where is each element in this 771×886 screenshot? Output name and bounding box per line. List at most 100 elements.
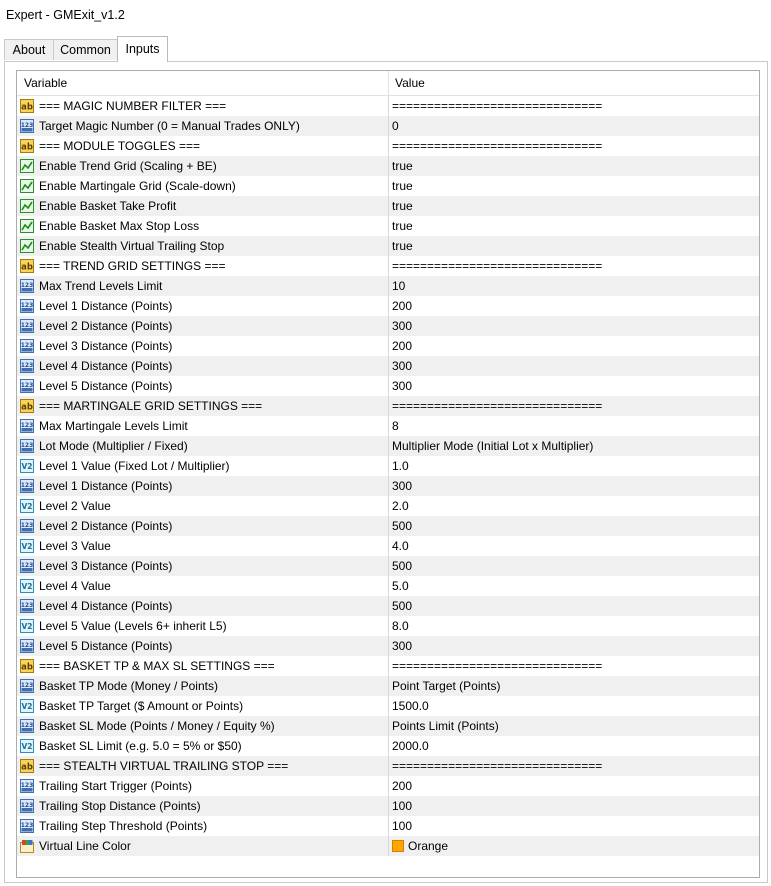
variable-value[interactable]: 500 <box>392 516 412 536</box>
table-row[interactable]: ab === STEALTH VIRTUAL TRAILING STOP === =… <box>17 756 759 776</box>
cell-divider <box>388 816 389 836</box>
table-row[interactable]: 123 Level 5 Distance (Points) 300 <box>17 636 759 656</box>
variable-value-text: 5.0 <box>392 579 409 593</box>
table-row[interactable]: 123 Level 2 Distance (Points) 500 <box>17 516 759 536</box>
inputs-table: Variable Value ab === MAGIC NUMBER FILTER… <box>16 70 760 878</box>
table-row[interactable]: 123 Level 4 Distance (Points) 300 <box>17 356 759 376</box>
table-row[interactable]: 123 Max Martingale Levels Limit 8 <box>17 416 759 436</box>
table-row[interactable]: Enable Basket Max Stop Loss true <box>17 216 759 236</box>
table-row[interactable]: 123 Level 1 Distance (Points) 200 <box>17 296 759 316</box>
variable-value[interactable]: true <box>392 196 413 216</box>
table-row[interactable]: V2 Level 5 Value (Levels 6+ inherit L5) 8.… <box>17 616 759 636</box>
tab-about[interactable]: About <box>4 39 54 60</box>
variable-value[interactable]: 2.0 <box>392 496 409 516</box>
table-row[interactable]: 123 Max Trend Levels Limit 10 <box>17 276 759 296</box>
variable-value[interactable]: 500 <box>392 596 412 616</box>
variable-value[interactable]: 4.0 <box>392 536 409 556</box>
table-row[interactable]: 123 Target Magic Number (0 = Manual Trade… <box>17 116 759 136</box>
variable-value[interactable]: ============================== <box>392 756 602 776</box>
table-row[interactable]: ab === TREND GRID SETTINGS === ===========… <box>17 256 759 276</box>
table-row[interactable]: ab === BASKET TP & MAX SL SETTINGS === ===… <box>17 656 759 676</box>
variable-value[interactable]: ============================== <box>392 256 602 276</box>
table-row[interactable]: V2 Level 1 Value (Fixed Lot / Multiplier)… <box>17 456 759 476</box>
table-row[interactable]: Enable Trend Grid (Scaling + BE) true <box>17 156 759 176</box>
variable-value[interactable]: Points Limit (Points) <box>392 716 499 736</box>
variable-value[interactable]: true <box>392 156 413 176</box>
variable-value[interactable]: 300 <box>392 476 412 496</box>
table-row[interactable]: 123 Level 5 Distance (Points) 300 <box>17 376 759 396</box>
variable-value[interactable]: ============================== <box>392 96 602 116</box>
table-row[interactable]: 123 Basket SL Mode (Points / Money / Equi… <box>17 716 759 736</box>
variable-value[interactable]: 2000.0 <box>392 736 429 756</box>
variable-value[interactable]: 5.0 <box>392 576 409 596</box>
variable-value[interactable]: Orange <box>392 836 448 856</box>
table-row[interactable]: V2 Level 3 Value 4.0 <box>17 536 759 556</box>
variable-value[interactable]: 200 <box>392 336 412 356</box>
variable-value[interactable]: 100 <box>392 796 412 816</box>
integer-123-icon: 123 <box>20 519 34 533</box>
column-header-value[interactable]: Value <box>395 71 425 95</box>
variable-value[interactable]: 100 <box>392 816 412 836</box>
variable-value[interactable]: ============================== <box>392 396 602 416</box>
table-row[interactable]: V2 Level 2 Value 2.0 <box>17 496 759 516</box>
variable-value[interactable]: 10 <box>392 276 405 296</box>
table-row[interactable]: 123 Lot Mode (Multiplier / Fixed) Multipli… <box>17 436 759 456</box>
double-v2-icon: V2 <box>20 619 34 633</box>
table-row[interactable]: ab === MODULE TOGGLES === ================… <box>17 136 759 156</box>
table-row[interactable]: 123 Trailing Stop Distance (Points) 100 <box>17 796 759 816</box>
table-row[interactable]: V2 Basket SL Limit (e.g. 5.0 = 5% or $50)… <box>17 736 759 756</box>
column-header-variable[interactable]: Variable <box>24 71 67 95</box>
variable-value-text: 2.0 <box>392 499 409 513</box>
table-row[interactable]: ab === MARTINGALE GRID SETTINGS === ======… <box>17 396 759 416</box>
table-row[interactable]: 123 Trailing Step Threshold (Points) 100 <box>17 816 759 836</box>
variable-value[interactable]: 200 <box>392 296 412 316</box>
variable-value-text: 300 <box>392 319 413 333</box>
variable-name: Level 5 Value (Levels 6+ inherit L5) <box>39 619 227 633</box>
variable-value[interactable]: ============================== <box>392 136 602 156</box>
tab-inputs[interactable]: Inputs <box>117 36 168 62</box>
table-row[interactable]: ab === MAGIC NUMBER FILTER === ===========… <box>17 96 759 116</box>
table-row[interactable]: Enable Stealth Virtual Trailing Stop true <box>17 236 759 256</box>
table-row[interactable]: 123 Level 3 Distance (Points) 500 <box>17 556 759 576</box>
string-ab-icon: ab <box>20 399 34 413</box>
table-row[interactable]: 123 Trailing Start Trigger (Points) 200 <box>17 776 759 796</box>
variable-value[interactable]: 300 <box>392 356 412 376</box>
variable-value[interactable]: 8 <box>392 416 399 436</box>
variable-value[interactable]: true <box>392 216 413 236</box>
table-row[interactable]: V2 Basket TP Target ($ Amount or Points) 1… <box>17 696 759 716</box>
cell-divider <box>388 136 389 156</box>
variable-value[interactable]: 1.0 <box>392 456 409 476</box>
double-v2-icon: V2 <box>20 459 34 473</box>
table-row[interactable]: Enable Martingale Grid (Scale-down) true <box>17 176 759 196</box>
variable-value[interactable]: 1500.0 <box>392 696 429 716</box>
variable-name: Basket SL Mode (Points / Money / Equity … <box>39 719 275 733</box>
table-row[interactable]: 123 Level 2 Distance (Points) 300 <box>17 316 759 336</box>
variable-value[interactable]: ============================== <box>392 656 602 676</box>
table-row[interactable]: V2 Level 4 Value 5.0 <box>17 576 759 596</box>
variable-name: Basket SL Limit (e.g. 5.0 = 5% or $50) <box>39 739 242 753</box>
variable-value[interactable]: 0 <box>392 116 399 136</box>
svg-text:V2: V2 <box>21 462 32 471</box>
integer-123-icon: 123 <box>20 679 34 693</box>
column-divider[interactable] <box>388 71 389 95</box>
variable-value[interactable]: Point Target (Points) <box>392 676 501 696</box>
variable-value[interactable]: 500 <box>392 556 412 576</box>
table-row[interactable]: 123 Level 4 Distance (Points) 500 <box>17 596 759 616</box>
tab-common[interactable]: Common <box>53 39 118 60</box>
variable-value[interactable]: Multiplier Mode (Initial Lot x Multiplie… <box>392 436 593 456</box>
cell-divider <box>388 576 389 596</box>
table-row[interactable]: Virtual Line Color Orange <box>17 836 759 856</box>
variable-value[interactable]: 300 <box>392 316 412 336</box>
variable-name: Enable Trend Grid (Scaling + BE) <box>39 159 217 173</box>
variable-value[interactable]: 300 <box>392 376 412 396</box>
variable-value[interactable]: 8.0 <box>392 616 409 636</box>
table-row[interactable]: Enable Basket Take Profit true <box>17 196 759 216</box>
variable-value-text: 300 <box>392 379 413 393</box>
variable-value[interactable]: true <box>392 176 413 196</box>
variable-value[interactable]: true <box>392 236 413 256</box>
table-row[interactable]: 123 Level 3 Distance (Points) 200 <box>17 336 759 356</box>
variable-value[interactable]: 200 <box>392 776 412 796</box>
variable-value[interactable]: 300 <box>392 636 412 656</box>
table-row[interactable]: 123 Basket TP Mode (Money / Points) Point … <box>17 676 759 696</box>
table-row[interactable]: 123 Level 1 Distance (Points) 300 <box>17 476 759 496</box>
